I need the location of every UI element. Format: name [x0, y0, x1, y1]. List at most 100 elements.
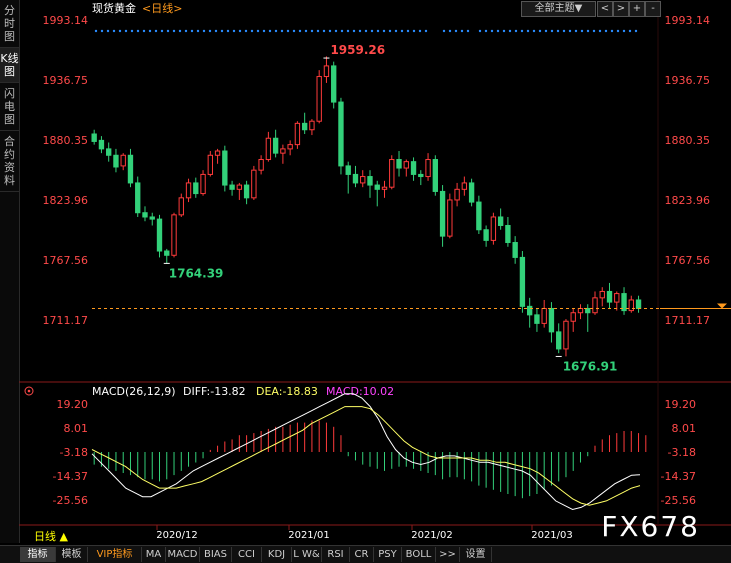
- candle-body: [251, 169, 257, 199]
- price-tick-right: 1711.17: [665, 314, 711, 327]
- candle-body: [483, 229, 489, 241]
- bottom-tab-6[interactable]: CCI: [232, 547, 262, 562]
- bottom-tab-9[interactable]: RSI: [322, 547, 350, 562]
- candle-body: [563, 320, 569, 350]
- signal-dot: [334, 29, 338, 33]
- bottom-tab-1[interactable]: 模板: [56, 547, 88, 562]
- signal-dot: [100, 29, 104, 33]
- signal-dot: [220, 29, 224, 33]
- signal-dot: [556, 29, 560, 33]
- signal-dot: [370, 29, 374, 33]
- price-tick-left: 1936.75: [43, 74, 89, 87]
- signal-dot: [184, 29, 188, 33]
- candle-body: [606, 290, 613, 303]
- candle-body: [556, 331, 562, 350]
- candle-body: [367, 176, 373, 186]
- bottom-tab-8[interactable]: L W&: [292, 547, 322, 562]
- macd-tick-left: 8.01: [64, 422, 89, 435]
- signal-dot: [160, 29, 164, 33]
- candle-body: [585, 307, 591, 314]
- bottom-tab-5[interactable]: BIAS: [200, 547, 232, 562]
- bottom-tab-11[interactable]: PSY: [374, 547, 402, 562]
- signal-dot: [166, 29, 170, 33]
- signal-dot: [310, 29, 314, 33]
- bottom-tab-14[interactable]: 设置: [460, 547, 492, 562]
- signal-dot: [190, 29, 194, 33]
- candle-body: [635, 299, 642, 309]
- candle-body: [142, 212, 148, 218]
- theme-select-button[interactable]: 全部主题▼: [521, 1, 596, 17]
- signal-dot: [238, 29, 242, 33]
- bottom-tab-4[interactable]: MACD: [166, 547, 200, 562]
- bottom-tab-12[interactable]: BOLL: [402, 547, 436, 562]
- signal-dot: [442, 29, 446, 33]
- candle-body: [316, 76, 322, 122]
- candle-body: [258, 159, 264, 171]
- bottom-tab-7[interactable]: KDJ: [262, 547, 292, 562]
- date-label: 2021/03: [531, 530, 573, 541]
- low-label-1: 1764.39: [169, 266, 224, 280]
- signal-dot: [634, 29, 638, 33]
- candle-body: [360, 176, 366, 184]
- candle-body: [120, 154, 126, 167]
- chart-canvas[interactable]: 现货黄金 <日线> 1993.14 1993.14 1936.75 1936.75 1880…: [0, 0, 731, 545]
- signal-dot: [604, 29, 608, 33]
- candle-body: [461, 182, 468, 190]
- price-tick-right: 1993.14: [665, 14, 711, 27]
- zoom-in-button[interactable]: +: [629, 1, 645, 17]
- signal-dot: [226, 29, 230, 33]
- zoom-out-button[interactable]: -: [645, 1, 661, 17]
- signal-dot: [388, 29, 392, 33]
- signal-dot: [580, 29, 584, 33]
- signal-dot: [232, 29, 236, 33]
- macd-tick-right: -14.37: [661, 470, 696, 483]
- signal-dot: [154, 29, 158, 33]
- high-label: 1959.26: [330, 43, 385, 57]
- candle-body: [98, 139, 105, 150]
- date-label: 2020/12: [156, 530, 198, 541]
- candle-body: [432, 159, 438, 192]
- signal-dot: [292, 29, 296, 33]
- price-tick-right: 1823.96: [665, 194, 711, 207]
- bottom-tab-13[interactable]: >>: [436, 547, 460, 562]
- candle-body: [454, 188, 460, 201]
- signal-dot: [610, 29, 614, 33]
- candle-body: [280, 148, 286, 154]
- signal-dot: [256, 29, 260, 33]
- next-button[interactable]: >: [613, 1, 629, 17]
- bottom-tab-3[interactable]: MA: [142, 547, 166, 562]
- prev-button[interactable]: <: [597, 1, 613, 17]
- candle-body: [468, 182, 475, 203]
- signal-dot: [142, 29, 146, 33]
- diff-line: [91, 393, 641, 511]
- candle-body: [265, 137, 272, 161]
- macd-tick-left: -14.37: [53, 470, 88, 483]
- candle-body: [127, 154, 134, 184]
- signal-dot: [544, 29, 548, 33]
- candle-body: [106, 148, 112, 156]
- candle-body: [592, 297, 598, 314]
- bottom-tab-2[interactable]: VIP指标: [88, 547, 142, 562]
- signal-dot: [502, 29, 506, 33]
- candle-body: [309, 120, 315, 131]
- bottom-tab-0[interactable]: 指标: [20, 547, 56, 562]
- candle-body: [410, 161, 417, 175]
- candle-body: [497, 216, 504, 226]
- date-label: 2021/01: [288, 530, 330, 541]
- candle-body: [599, 290, 605, 299]
- candle-body: [193, 182, 199, 195]
- macd-dea-value: DEA:-18.83: [256, 385, 318, 398]
- candle-body: [577, 307, 584, 314]
- macd-title: MACD(26,12,9): [92, 385, 176, 398]
- candle-body: [229, 184, 235, 190]
- signal-dot: [376, 29, 380, 33]
- signal-dot: [280, 29, 284, 33]
- candle-body: [403, 161, 409, 169]
- signal-dot: [496, 29, 500, 33]
- bottom-tab-10[interactable]: CR: [350, 547, 374, 562]
- candle-body: [243, 184, 250, 199]
- signal-dot: [346, 29, 350, 33]
- period-button-label: 日线 ▲: [34, 529, 68, 543]
- candle-body: [476, 201, 482, 231]
- signal-dot: [514, 29, 518, 33]
